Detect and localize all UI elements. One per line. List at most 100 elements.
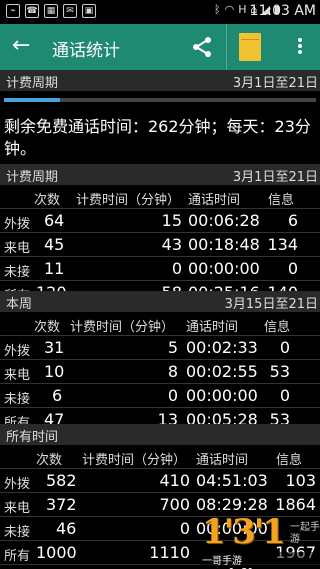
cell-duration: 00:06:28 <box>188 211 260 230</box>
cell-billed: 0 <box>167 386 178 405</box>
cell-count: 1000 <box>36 543 77 562</box>
share-button[interactable] <box>180 24 224 70</box>
col-sms: 信息 <box>264 320 291 335</box>
cell-sms: 0 <box>279 338 290 357</box>
section-label: 所有时间 <box>6 430 59 445</box>
row-type: 来电 <box>4 241 31 256</box>
col-billed: 计费时间（分钟） <box>82 453 187 468</box>
watermark-logo-text: 1'3'1 <box>202 512 286 552</box>
row-type: 所有 <box>4 549 31 564</box>
page-title: 通话统计 <box>52 41 120 61</box>
more-vert-icon[interactable] <box>290 36 310 60</box>
wifi-icon: ◠ <box>224 3 235 16</box>
cell-duration: 00:18:48 <box>188 235 260 254</box>
cell-billed: 15 <box>161 211 182 230</box>
cell-billed: 8 <box>167 362 178 381</box>
stats-content: 计费周期 3月1日至21日 剩余免费通话时间：262分钟；每天：23分钟。 计费… <box>0 70 320 569</box>
col-count: 次数 <box>34 193 61 208</box>
cell-count: 64 <box>44 211 65 230</box>
cell-count: 582 <box>46 471 77 490</box>
row-type: 外拨 <box>4 344 31 359</box>
col-duration: 通话时间 <box>186 320 239 335</box>
cell-billed: 43 <box>161 235 182 254</box>
watermark-side-text: 一起手游 <box>290 522 320 545</box>
row-type: 未接 <box>4 525 31 540</box>
cell-duration: 04:51:03 <box>196 471 268 490</box>
cell-billed: 410 <box>159 471 190 490</box>
billing-period-label: 计费周期 <box>6 76 59 91</box>
table-row: 来电 10 8 00:02:55 53 <box>0 360 320 384</box>
share-icon <box>193 37 211 57</box>
col-sms: 信息 <box>268 193 295 208</box>
cell-count: 31 <box>44 338 65 357</box>
cell-duration: 00:00:00 <box>188 259 260 278</box>
cell-count: 46 <box>56 519 77 538</box>
cell-duration: 00:02:55 <box>186 362 258 381</box>
col-count: 次数 <box>36 453 63 468</box>
status-time: 11:03 AM <box>249 3 316 19</box>
status-icons-left: ⌁ ☎ ▦ ✉ ▣ <box>6 4 96 18</box>
remaining-minutes-text: 剩余免费通话时间：262分钟；每天：23分钟。 <box>4 117 311 158</box>
row-type: 来电 <box>4 501 31 516</box>
cell-duration: 00:00:00 <box>186 386 258 405</box>
table-row: 来电 45 43 00:18:48 134 <box>0 233 320 257</box>
cell-sms: 0 <box>279 386 290 405</box>
grid-icon: ▦ <box>44 4 58 18</box>
col-billed: 计费时间（分钟） <box>70 320 175 335</box>
section-label: 计费周期 <box>6 170 59 185</box>
network-type: H <box>238 3 247 16</box>
section-label: 本周 <box>6 297 33 312</box>
col-billed: 计费时间（分钟） <box>76 193 181 208</box>
envelope-button[interactable] <box>226 24 272 70</box>
cell-billed: 0 <box>171 259 182 278</box>
cell-count: 11 <box>44 259 65 278</box>
col-sms: 信息 <box>276 453 303 468</box>
table-header-row: 次数 计费时间（分钟） 通话时间 信息 <box>0 185 320 209</box>
arrow-back-icon[interactable]: ← <box>12 34 30 58</box>
section-range: 3月1日至21日 <box>232 170 318 185</box>
cell-count: 10 <box>44 362 65 381</box>
row-type: 未接 <box>4 392 31 407</box>
mail-icon: ✉ <box>63 4 77 18</box>
billing-progress-bar <box>4 98 316 102</box>
section-range: 3月15日至21日 <box>224 297 318 312</box>
row-type: 外拨 <box>4 217 31 232</box>
cell-billed: 5 <box>167 338 178 357</box>
table-row: 外拨 31 5 00:02:33 0 <box>0 336 320 360</box>
cell-sms: 0 <box>287 259 298 278</box>
billing-period-range: 3月1日至21日 <box>232 76 318 91</box>
row-type: 未接 <box>4 265 31 280</box>
phone-icon: ☎ <box>25 4 39 18</box>
table-row: 外拨 64 15 00:06:28 6 <box>0 209 320 233</box>
cell-billed: 1110 <box>149 543 190 562</box>
bluetooth-icon: ᛒ <box>213 3 221 16</box>
col-count: 次数 <box>34 320 61 335</box>
cell-sms: 6 <box>287 211 298 230</box>
cell-sms: 103 <box>285 471 316 490</box>
col-duration: 通话时间 <box>188 193 241 208</box>
billing-period-header: 计费周期 3月1日至21日 <box>0 70 320 91</box>
col-duration: 通话时间 <box>196 453 249 468</box>
table-header-row: 次数 计费时间（分钟） 通话时间 信息 <box>0 312 320 336</box>
table-row: 外拨 582 410 04:51:03 103 <box>0 469 320 493</box>
table-row: 未接 6 0 00:00:00 0 <box>0 384 320 408</box>
app-bar: ← 通话统计 <box>0 24 320 70</box>
cell-sms: 53 <box>269 362 290 381</box>
table-header-row: 次数 计费时间（分钟） 通话时间 信息 <box>0 445 320 469</box>
row-type: 外拨 <box>4 477 31 492</box>
usb-icon: ⌁ <box>6 4 20 18</box>
table-row: 未接 11 0 00:00:00 0 <box>0 257 320 281</box>
billing-progress-fill <box>4 98 61 102</box>
row-type: 来电 <box>4 368 31 383</box>
watermark-logo: 1'3'1 一起手游 一哥手游 www.1e31.com <box>198 508 320 569</box>
section-header: 计费周期 3月1日至21日 <box>0 164 320 185</box>
cell-sms: 134 <box>267 235 298 254</box>
watermark-url-text: 一哥手游 www.1e31.com <box>200 552 320 569</box>
section-header: 本周 3月15日至21日 <box>0 291 320 312</box>
image-icon: ▣ <box>82 4 96 18</box>
cell-count: 372 <box>46 495 77 514</box>
cell-billed: 0 <box>179 519 190 538</box>
cell-count: 45 <box>44 235 65 254</box>
cell-duration: 00:02:33 <box>186 338 258 357</box>
cell-count: 6 <box>52 386 63 405</box>
